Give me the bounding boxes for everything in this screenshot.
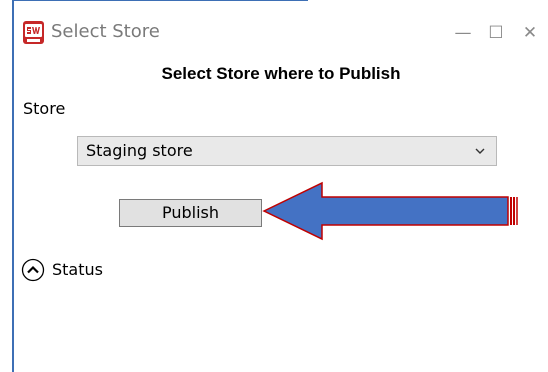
store-select[interactable]: Staging store bbox=[77, 136, 497, 166]
window-title: Select Store bbox=[51, 21, 160, 42]
left-arrow-callout bbox=[262, 181, 518, 241]
chevron-up-circle-icon[interactable] bbox=[21, 258, 45, 282]
chevron-down-icon bbox=[475, 148, 485, 154]
window-frame-left bbox=[12, 0, 14, 372]
select-store-window: Select Store — ☐ ✕ Select Store where to… bbox=[0, 0, 548, 372]
publish-button[interactable]: Publish bbox=[119, 199, 262, 227]
store-label: Store bbox=[23, 99, 66, 118]
store-select-value: Staging store bbox=[86, 141, 193, 160]
minimize-button[interactable]: — bbox=[448, 20, 478, 46]
dialog-heading: Select Store where to Publish bbox=[161, 64, 401, 83]
status-label[interactable]: Status bbox=[52, 258, 103, 282]
maximize-button[interactable]: ☐ bbox=[481, 20, 511, 46]
sw-app-icon bbox=[23, 21, 44, 44]
close-button[interactable]: ✕ bbox=[515, 20, 545, 46]
window-frame-top bbox=[12, 0, 308, 1]
